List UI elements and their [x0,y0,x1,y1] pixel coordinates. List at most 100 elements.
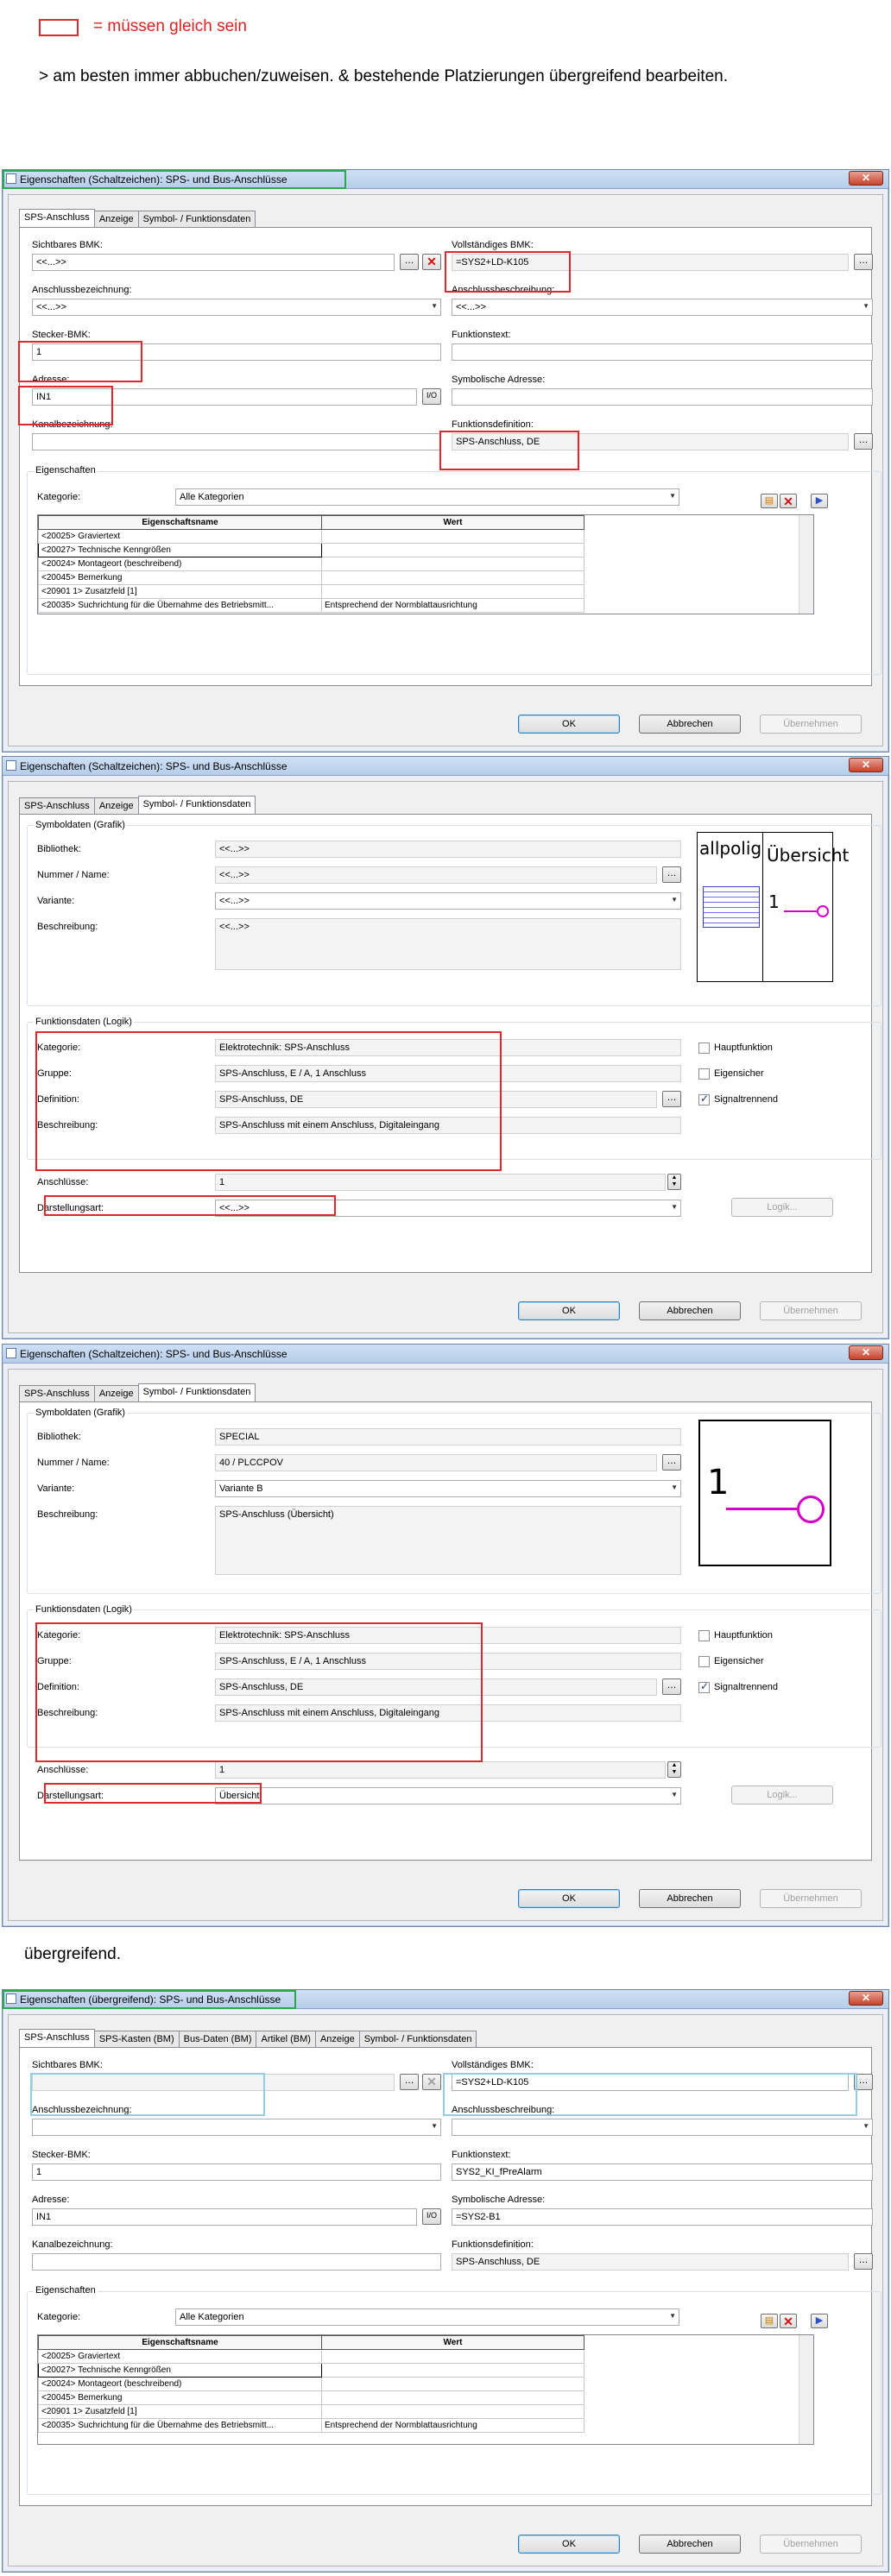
titlebar[interactable]: Eigenschaften (Schaltzeichen): SPS- und … [3,1345,888,1364]
ellipsis-icon[interactable]: … [662,1091,681,1107]
tab-plc-connection[interactable]: SPS-Anschluss [19,1385,95,1402]
visible-bmk-input[interactable] [32,2074,395,2091]
channel-input[interactable] [32,433,441,450]
ok-button[interactable]: OK [518,1889,620,1908]
tab-display[interactable]: Anzeige [314,2031,360,2048]
close-icon[interactable]: ✕ [849,1991,883,2006]
titlebar[interactable]: Eigenschaften (übergreifend): SPS- und B… [3,1990,888,2009]
symbolic-address-input[interactable]: =SYS2-B1 [452,2208,873,2226]
display-type-combo[interactable]: <<...>> ▼ [215,1200,681,1217]
visible-bmk-input[interactable]: <<...>> [32,254,395,271]
tab-symbol-function[interactable]: Symbol- / Funktionsdaten [358,2031,477,2048]
function-def-input[interactable]: SPS-Anschluss, DE [452,433,849,450]
variant-combo[interactable]: Variante B ▼ [215,1480,681,1497]
logic-button[interactable]: Logik... [731,1198,833,1217]
table-row[interactable]: <20025> Graviertext [38,2349,585,2364]
ellipsis-icon[interactable]: … [854,2253,873,2270]
address-input[interactable]: IN1 [32,2208,417,2226]
titlebar[interactable]: Eigenschaften (Schaltzeichen): SPS- und … [3,170,888,189]
cancel-button[interactable]: Abbrechen [639,1889,741,1908]
table-cell[interactable] [321,2390,585,2405]
tab-bus-data[interactable]: Bus-Daten (BM) [178,2031,257,2048]
close-icon[interactable]: ✕ [849,171,883,186]
connections-value[interactable]: 1 [215,1761,666,1779]
table-cell[interactable]: Entsprechend der Normblattausrichtung [321,2418,585,2433]
table-scrollbar[interactable] [799,515,813,614]
function-text-input[interactable] [452,343,873,361]
io-icon[interactable]: I/O [422,2208,441,2225]
conn-description-combo[interactable]: ▼ [452,2119,873,2136]
ellipsis-icon[interactable]: … [854,433,873,450]
table-cell[interactable] [321,570,585,585]
tab-display[interactable]: Anzeige [93,1385,139,1402]
apply-button[interactable]: Übernehmen [760,715,862,734]
cancel-button[interactable]: Abbrechen [639,1301,741,1320]
close-icon[interactable]: ✕ [849,1345,883,1360]
ellipsis-icon[interactable]: … [854,254,873,270]
ellipsis-icon[interactable]: … [662,866,681,883]
display-type-combo[interactable]: Übersicht ▼ [215,1787,681,1804]
intrinsic-safe-checkbox[interactable] [698,1068,710,1080]
ellipsis-icon[interactable]: … [662,1454,681,1471]
table-cell[interactable] [321,543,585,557]
ok-button[interactable]: OK [518,1301,620,1320]
ellipsis-icon[interactable]: … [400,2074,419,2090]
conn-designation-combo[interactable]: ▼ [32,2119,441,2136]
table-row[interactable]: <20035> Suchrichtung für die Übernahme d… [38,598,585,613]
table-cell[interactable] [321,2377,585,2391]
category-combo[interactable]: Alle Kategorien ▼ [175,2308,679,2326]
apply-button[interactable]: Übernehmen [760,1301,862,1320]
tab-display[interactable]: Anzeige [93,797,139,815]
new-property-icon[interactable]: ▤ [761,494,778,508]
logic-button[interactable]: Logik... [731,1786,833,1804]
red-x-icon[interactable]: ✕ [422,254,441,270]
table-row[interactable]: <20024> Montageort (beschreibend) [38,557,585,571]
symbolic-address-input[interactable] [452,388,873,406]
ellipsis-icon[interactable]: … [662,1678,681,1695]
table-row[interactable]: <20045> Bemerkung [38,2390,585,2405]
new-property-icon[interactable]: ▤ [761,2314,778,2328]
tab-symbol-function[interactable]: Symbol- / Funktionsdaten [137,211,256,228]
table-row[interactable]: <20025> Graviertext [38,529,585,544]
titlebar[interactable]: Eigenschaften (Schaltzeichen): SPS- und … [3,757,888,776]
tab-plc-connection[interactable]: SPS-Anschluss [19,797,95,815]
plug-bmk-input[interactable]: 1 [32,343,441,361]
spinner-icon[interactable]: ▲ ▼ [667,1174,681,1190]
table-row[interactable]: <20901 1> Zusatzfeld [1] [38,2404,585,2419]
tab-symbol-function[interactable]: Symbol- / Funktionsdaten [137,1383,256,1402]
conn-designation-combo[interactable]: <<...>> ▼ [32,299,441,316]
plug-bmk-input[interactable]: 1 [32,2163,441,2181]
spinner-icon[interactable]: ▲ ▼ [667,1761,681,1778]
io-icon[interactable]: I/O [422,388,441,405]
table-cell[interactable] [321,2404,585,2419]
ok-button[interactable]: OK [518,2535,620,2554]
cancel-button[interactable]: Abbrechen [639,715,741,734]
full-bmk-input[interactable]: =SYS2+LD-K105 [452,2074,849,2091]
table-row[interactable]: <20027> Technische Kenngrößen [38,543,585,557]
table-row[interactable]: <20027> Technische Kenngrößen [38,2363,585,2378]
tab-plc-connection[interactable]: SPS-Anschluss [19,2029,95,2048]
full-bmk-input[interactable]: =SYS2+LD-K105 [452,254,849,271]
tab-article[interactable]: Artikel (BM) [256,2031,316,2048]
tab-plc-box[interactable]: SPS-Kasten (BM) [93,2031,180,2048]
variant-combo[interactable]: <<...>> ▼ [215,892,681,910]
ellipsis-icon[interactable]: … [400,254,419,270]
close-icon[interactable]: ✕ [849,758,883,772]
delete-property-icon[interactable]: ✕ [780,494,797,508]
tab-display[interactable]: Anzeige [93,211,139,228]
table-row[interactable]: <20901 1> Zusatzfeld [1] [38,584,585,599]
next-icon[interactable]: ▶ [811,494,828,508]
cancel-button[interactable]: Abbrechen [639,2535,741,2554]
function-text-input[interactable]: SYS2_KI_fPreAlarm [452,2163,873,2181]
tab-plc-connection[interactable]: SPS-Anschluss [19,209,95,228]
channel-input[interactable] [32,2253,441,2271]
table-scrollbar[interactable] [799,2335,813,2444]
table-cell[interactable] [321,2349,585,2364]
apply-button[interactable]: Übernehmen [760,1889,862,1908]
ellipsis-icon[interactable]: … [854,2074,873,2090]
connections-value[interactable]: 1 [215,1174,666,1191]
signal-isolating-checkbox[interactable] [698,1680,710,1693]
red-x-icon[interactable]: ✕ [422,2074,441,2090]
table-row[interactable]: <20045> Bemerkung [38,570,585,585]
table-cell[interactable] [321,529,585,544]
